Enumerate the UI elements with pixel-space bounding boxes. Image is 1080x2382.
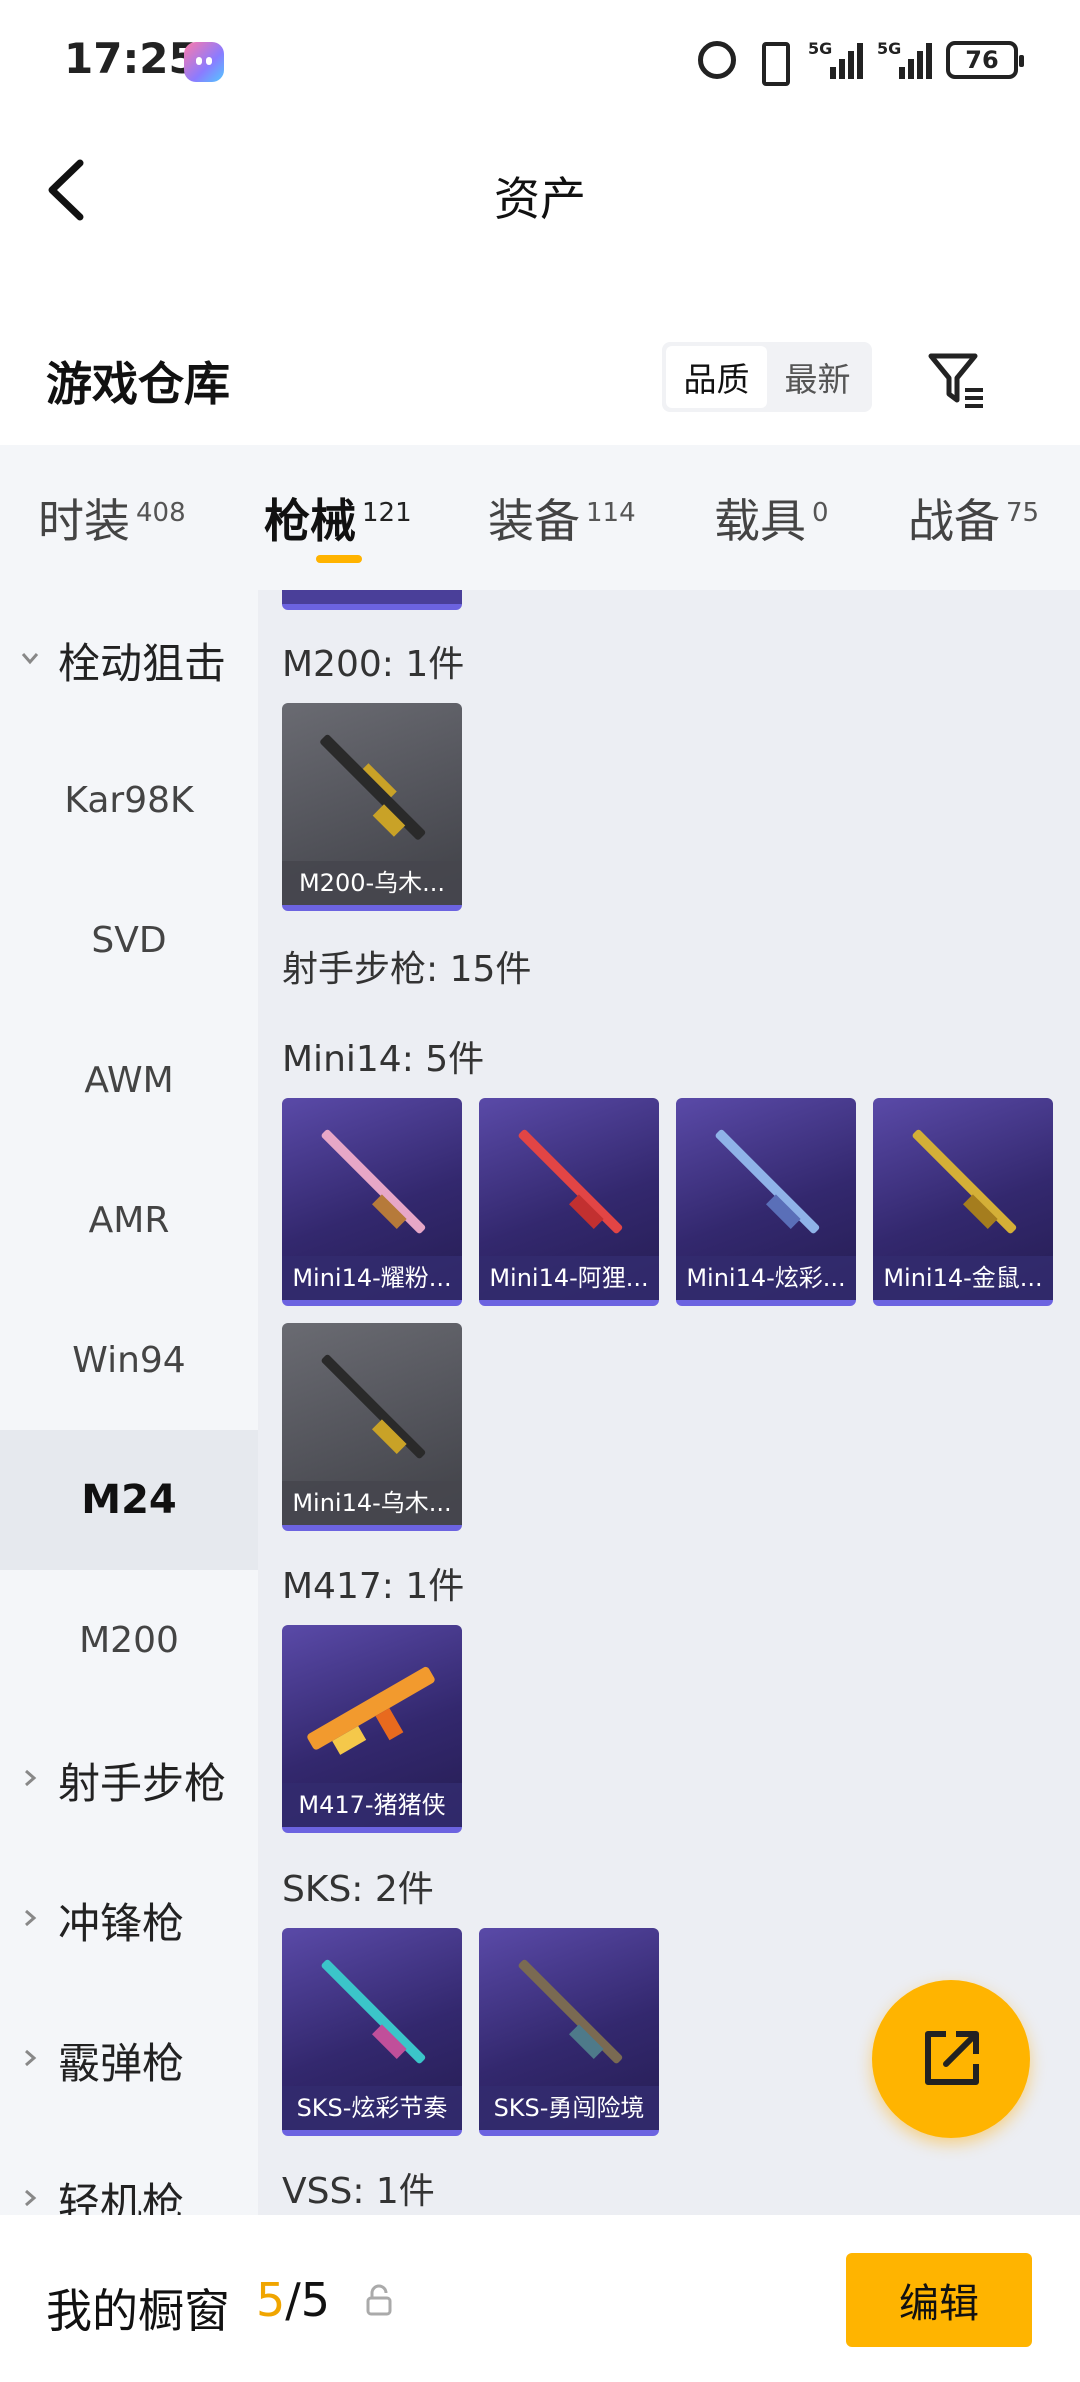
sidebar-item-m200[interactable]: M200: [0, 1570, 258, 1710]
chevron-down-icon: [21, 653, 39, 665]
weapon-category-sidebar: 栓动狙击 Kar98K SVD AWM AMR Win94 M24 M200 射…: [0, 590, 258, 2215]
warehouse-row: 游戏仓库 品质 最新: [0, 320, 1080, 440]
sidebar-item-win94[interactable]: Win94: [0, 1290, 258, 1430]
chevron-right-icon: [25, 2189, 37, 2207]
sort-newest-option[interactable]: 最新: [767, 346, 868, 408]
rifle-icon: [518, 1959, 623, 2064]
weapon-card[interactable]: M200-乌木...: [282, 703, 462, 911]
rifle-icon: [715, 1129, 820, 1234]
chevron-right-icon: [25, 2049, 37, 2067]
weapon-card[interactable]: Mini14-乌木...: [282, 1323, 462, 1531]
weapon-card-name: Mini14-炫彩...: [676, 1256, 856, 1300]
rifle-icon: [518, 1129, 623, 1234]
weapon-card-name: Mini14-乌木...: [282, 1481, 462, 1525]
weapon-card-name: M200-乌木...: [282, 861, 462, 905]
page-title: 资产: [494, 172, 586, 226]
sidebar-group-marksman[interactable]: 射手步枪: [0, 1710, 258, 1850]
showcase-label: 我的橱窗: [46, 2284, 230, 2338]
sidebar-item-m24[interactable]: M24: [0, 1430, 258, 1570]
share-button[interactable]: [872, 1980, 1030, 2138]
signal-icon: 5G: [877, 39, 932, 79]
filter-icon[interactable]: [925, 348, 987, 410]
status-icons: 5G 5G 76: [698, 39, 1024, 86]
weapon-card[interactable]: Mini14-金鼠...: [873, 1098, 1053, 1306]
tab-supplies[interactable]: 战备 75: [908, 485, 1039, 551]
battery-icon: 76: [946, 41, 1024, 79]
weapon-card[interactable]: Mini14-阿狸...: [479, 1098, 659, 1306]
rifle-icon: [320, 734, 426, 840]
weapon-card[interactable]: SKS-炫彩节奏: [282, 1928, 462, 2136]
tab-equipment[interactable]: 装备 114: [488, 485, 636, 551]
sidebar-item-svd[interactable]: SVD: [0, 870, 258, 1010]
weapon-card-name: M417-猪猪侠: [282, 1783, 462, 1827]
weapon-card-partial[interactable]: [282, 590, 462, 610]
sidebar-group-lmg[interactable]: 轻机枪: [0, 2130, 258, 2215]
section-label-vss: VSS: 1件: [282, 2171, 435, 2212]
sidebar-group-bolt-action[interactable]: 栓动狙击: [0, 590, 258, 730]
sidebar-group-shotgun[interactable]: 霰弹枪: [0, 1990, 258, 2130]
weapon-card[interactable]: SKS-勇闯险境: [479, 1928, 659, 2136]
chevron-right-icon: [25, 1769, 37, 1787]
signal-icon: 5G: [808, 39, 863, 79]
app-notification-icon: [184, 42, 224, 82]
category-tabs: 时装 408 枪械 121 装备 114 载具 0 战备 75: [0, 445, 1080, 590]
section-label-m417: M417: 1件: [282, 1566, 465, 1607]
share-icon: [925, 2031, 979, 2085]
rifle-icon: [321, 1354, 426, 1459]
weapon-card-name: Mini14-金鼠...: [873, 1256, 1053, 1300]
weapon-card-name: Mini14-阿狸...: [479, 1256, 659, 1300]
alarm-icon: [698, 41, 736, 79]
status-time: 17:25: [64, 34, 198, 83]
vibrate-icon: [750, 40, 794, 86]
sort-quality-option[interactable]: 品质: [666, 346, 767, 408]
rifle-icon: [307, 1666, 435, 1755]
weapon-card-name: SKS-炫彩节奏: [282, 2086, 462, 2130]
section-label-sks: SKS: 2件: [282, 1869, 434, 1910]
header: 资产: [0, 125, 1080, 255]
section-label-mini14: Mini14: 5件: [282, 1039, 485, 1080]
weapon-card-name: SKS-勇闯险境: [479, 2086, 659, 2130]
tab-vehicles[interactable]: 载具 0: [714, 485, 829, 551]
weapon-card[interactable]: Mini14-耀粉...: [282, 1098, 462, 1306]
sidebar-item-kar98k[interactable]: Kar98K: [0, 730, 258, 870]
section-label-marksman: 射手步枪: 15件: [282, 949, 532, 990]
rifle-icon: [321, 1959, 426, 2064]
weapon-card-name: Mini14-耀粉...: [282, 1256, 462, 1300]
weapon-card[interactable]: Mini14-炫彩...: [676, 1098, 856, 1306]
rifle-icon: [912, 1129, 1017, 1234]
showcase-bar: 我的橱窗 5/5 编辑: [0, 2215, 1080, 2382]
sidebar-item-awm[interactable]: AWM: [0, 1010, 258, 1150]
weapon-list: M200: 1件 M200-乌木... 射手步枪: 15件 Mini14: 5件…: [258, 590, 1080, 2215]
weapon-card[interactable]: M417-猪猪侠: [282, 1625, 462, 1833]
sort-toggle: 品质 最新: [662, 342, 872, 412]
status-bar: 17:25 5G 5G 76: [0, 0, 1080, 125]
showcase-count: 5/5: [256, 2273, 331, 2327]
edit-button[interactable]: 编辑: [846, 2253, 1032, 2347]
sidebar-item-amr[interactable]: AMR: [0, 1150, 258, 1290]
tab-guns[interactable]: 枪械 121: [264, 485, 412, 551]
lock-icon: [366, 2284, 392, 2316]
section-label-m200: M200: 1件: [282, 644, 465, 685]
rifle-icon: [321, 1129, 426, 1234]
chevron-right-icon: [25, 1909, 37, 1927]
sidebar-group-smg[interactable]: 冲锋枪: [0, 1850, 258, 1990]
tab-fashion[interactable]: 时装 408: [38, 485, 186, 551]
active-tab-indicator: [316, 555, 362, 563]
warehouse-title: 游戏仓库: [46, 357, 230, 411]
